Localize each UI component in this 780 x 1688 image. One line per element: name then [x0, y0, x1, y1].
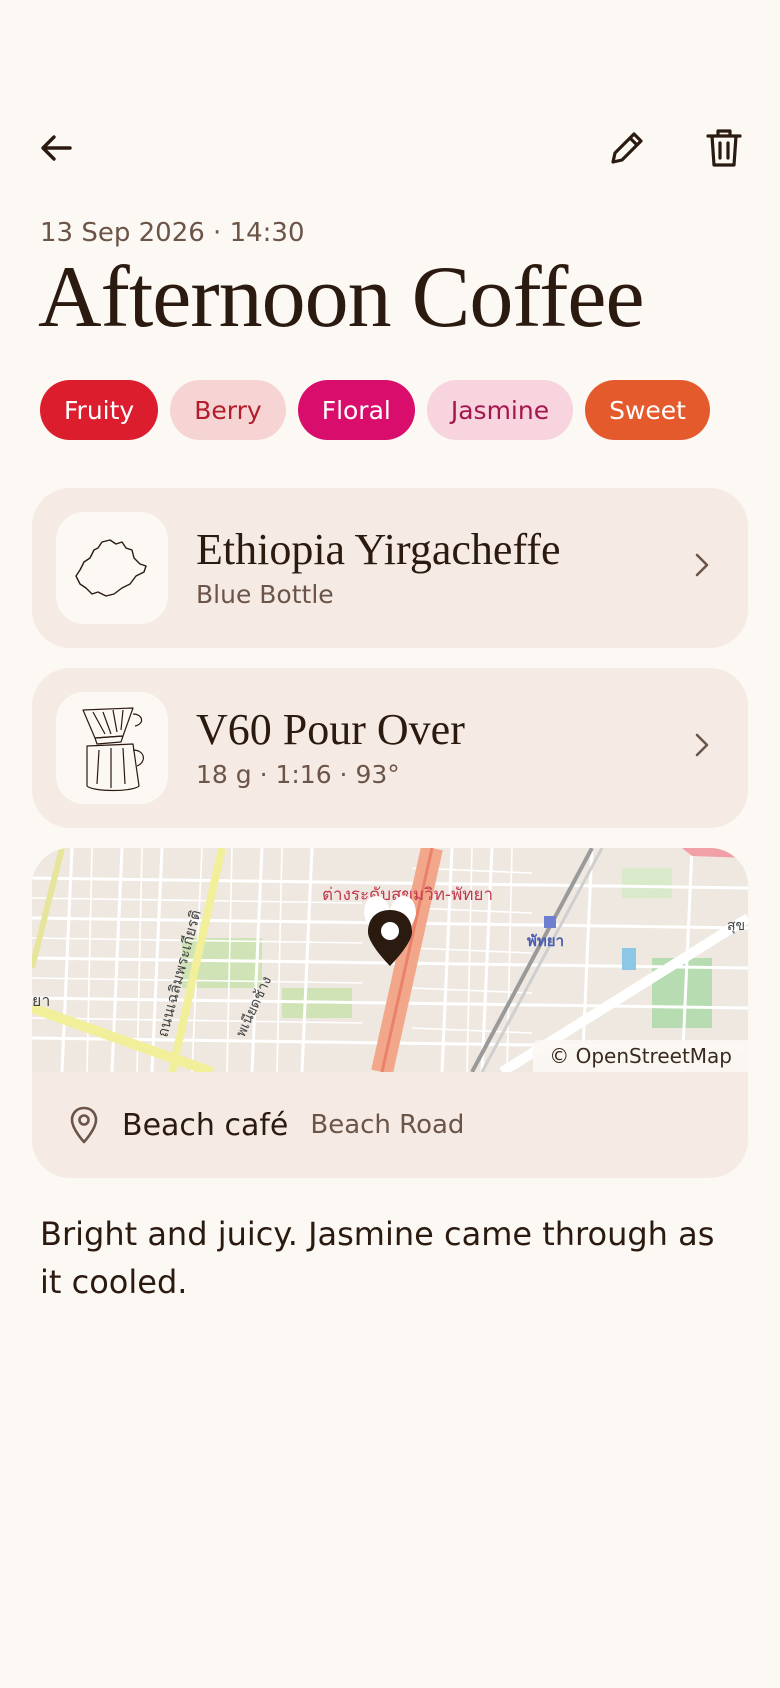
- tag-floral[interactable]: Floral: [297, 380, 415, 440]
- tag-berry[interactable]: Berry: [170, 380, 286, 440]
- place-row[interactable]: Beach café Beach Road: [32, 1072, 748, 1178]
- place-road: Beach Road: [310, 1110, 465, 1140]
- bean-thumbnail: [56, 512, 168, 624]
- pencil-icon: [611, 132, 643, 164]
- tasting-notes: Bright and juicy. Jasmine came through a…: [40, 1215, 715, 1301]
- tag-sweet[interactable]: Sweet: [585, 380, 710, 440]
- page-title: Afternoon Coffee: [38, 249, 644, 346]
- brew-card[interactable]: V60 Pour Over 18 g · 1:16 · 93°: [32, 668, 748, 828]
- location-pin-icon: [70, 1106, 98, 1144]
- v60-dripper-icon: [82, 707, 144, 792]
- back-button[interactable]: [26, 118, 86, 178]
- chevron-right-icon: [695, 733, 709, 757]
- tag-fruity[interactable]: Fruity: [40, 380, 159, 440]
- brew-thumbnail: [56, 692, 168, 804]
- arrow-left-icon: [41, 135, 72, 161]
- location-card: ต่างระดับสุขุมวิท-พัทยา พัทยา ยา สุข ถนน…: [32, 848, 748, 1178]
- trash-icon: [706, 129, 742, 167]
- flavor-tags: Fruity Berry Floral Jasmine Sweet: [40, 380, 710, 440]
- map-attribution[interactable]: © OpenStreetMap: [533, 1040, 748, 1072]
- map-label-left: ยา: [32, 991, 50, 1010]
- bean-card[interactable]: Ethiopia Yirgacheffe Blue Bottle: [32, 488, 748, 648]
- map-tiles: ต่างระดับสุขุมวิท-พัทยา พัทยา ยา สุข ถนน…: [32, 848, 748, 1077]
- bean-name: Ethiopia Yirgacheffe: [196, 525, 561, 574]
- map-view[interactable]: ต่างระดับสุขุมวิท-พัทยา พัทยา ยา สุข ถนน…: [32, 848, 748, 1077]
- edit-button[interactable]: [597, 118, 657, 178]
- brew-method: V60 Pour Over: [196, 705, 465, 754]
- bean-roaster: Blue Bottle: [196, 580, 334, 609]
- map-label-pattaya: พัทยา: [527, 932, 564, 950]
- delete-button[interactable]: [694, 118, 754, 178]
- place-name: Beach café: [122, 1107, 289, 1143]
- brew-details: 18 g · 1:16 · 93°: [196, 760, 400, 789]
- chevron-right-icon: [695, 553, 709, 577]
- ethiopia-map-icon: [75, 539, 147, 597]
- map-label-right: สุข: [727, 918, 745, 934]
- top-bar: [0, 118, 780, 178]
- tag-jasmine[interactable]: Jasmine: [426, 380, 574, 440]
- entry-datetime: 13 Sep 2026 · 14:30: [40, 218, 305, 248]
